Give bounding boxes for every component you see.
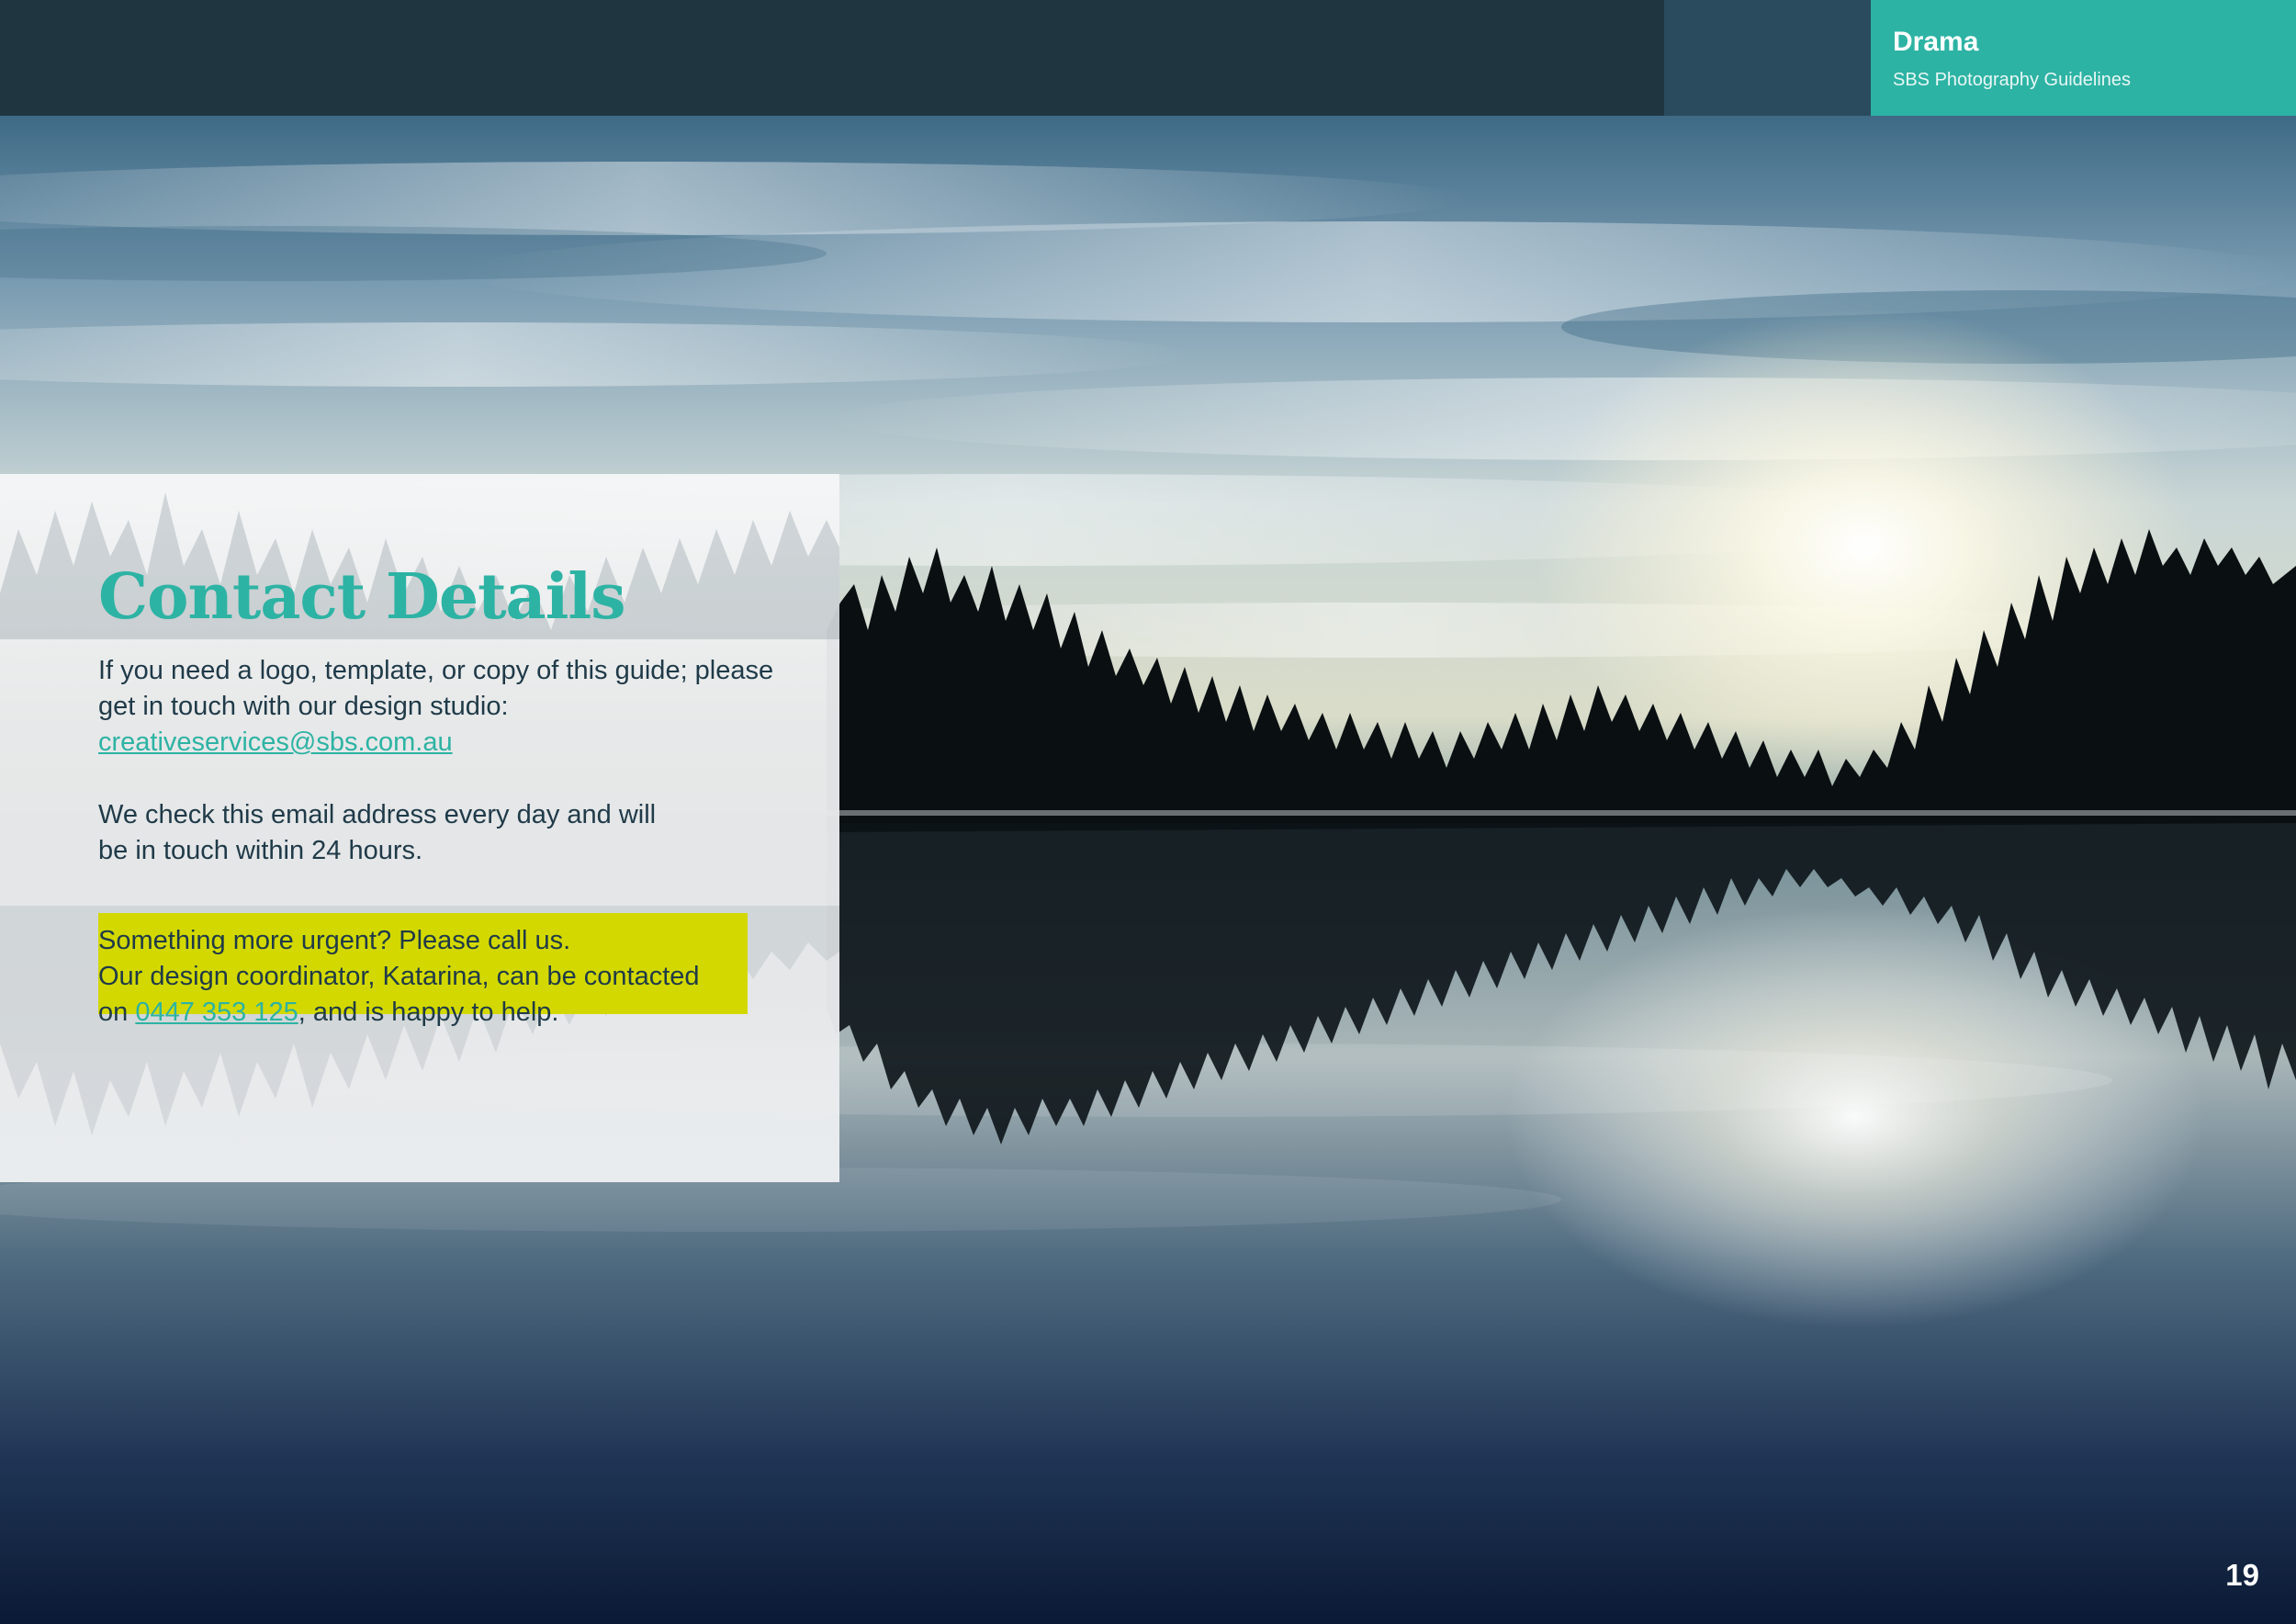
urgent-prefix: on (98, 998, 136, 1027)
section-tab: Drama SBS Photography Guidelines (1871, 0, 2296, 116)
header-accent-block (1664, 0, 1871, 116)
response-paragraph: We check this email address every day an… (98, 797, 741, 869)
urgent-line-2: Our design coordinator, Katarina, can be… (98, 962, 700, 991)
document-title: SBS Photography Guidelines (1893, 70, 2132, 90)
intro-paragraph: If you need a logo, template, or copy of… (98, 653, 833, 761)
urgent-highlight-box: Something more urgent? Please call us. O… (98, 913, 748, 1027)
phone-link[interactable]: 0447 353 125 (135, 998, 298, 1027)
intro-line-1: If you need a logo, template, or copy of… (98, 656, 774, 685)
email-link[interactable]: creativeservices@sbs.com.au (98, 727, 453, 757)
header-bar: Drama SBS Photography Guidelines (0, 0, 2296, 116)
page-number: 19 (2225, 1558, 2259, 1592)
section-title: Drama (1893, 27, 1979, 57)
urgent-line-1: Something more urgent? Please call us. (98, 926, 571, 955)
urgent-line-3: on 0447 353 125, and is happy to help. (98, 995, 748, 1031)
intro-line-2: get in touch with our design studio: (98, 692, 509, 721)
contact-heading: Contact Details (98, 560, 626, 634)
contact-panel: Contact Details If you need a logo, temp… (0, 474, 839, 1182)
urgent-suffix: , and is happy to help. (298, 998, 559, 1027)
response-line-1: We check this email address every day an… (98, 800, 657, 829)
response-line-2: be in touch within 24 hours. (98, 836, 423, 865)
